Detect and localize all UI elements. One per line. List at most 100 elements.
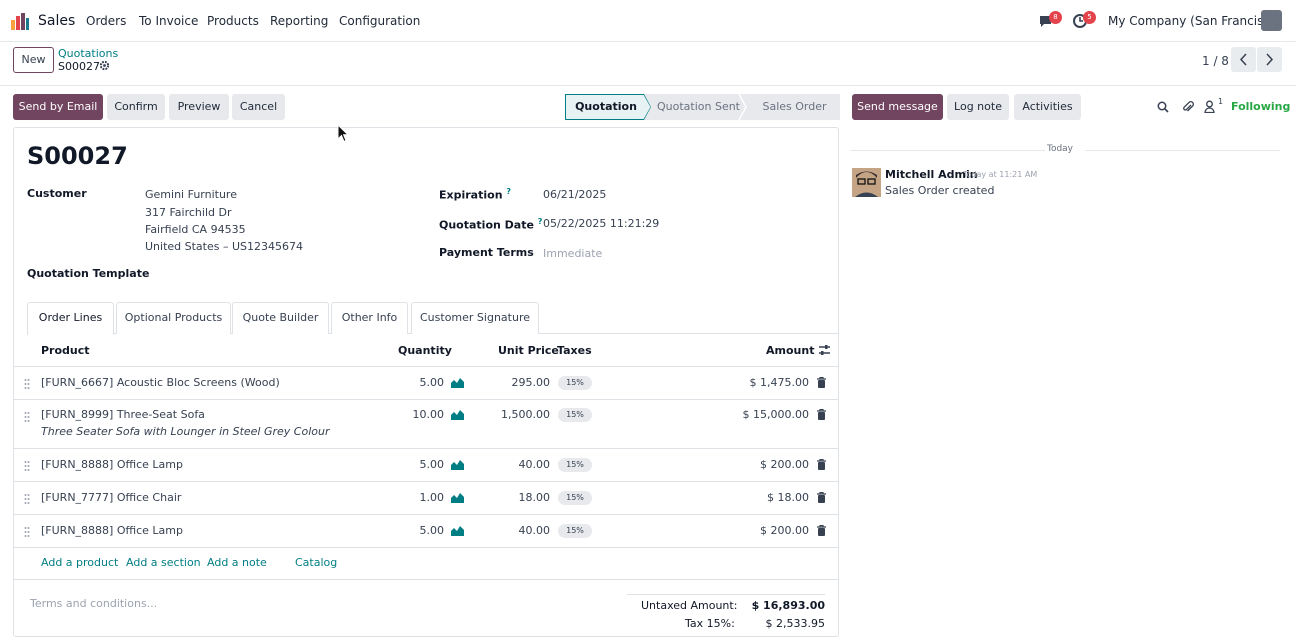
tab-other-info[interactable]: Other Info: [331, 302, 408, 334]
line-unit-price[interactable]: 18.00: [484, 491, 551, 504]
tab-customer-signature[interactable]: Customer Signature: [411, 302, 539, 334]
terms-conditions-field[interactable]: Terms and conditions...: [30, 597, 157, 610]
tax-badge[interactable]: 15%: [558, 408, 592, 422]
trash-icon[interactable]: [817, 409, 826, 420]
table-row[interactable]: [FURN_8888] Office Lamp 5.00 40.00 15% $…: [14, 515, 838, 548]
trash-icon[interactable]: [817, 492, 826, 503]
expiration-label: Expiration ?: [439, 187, 512, 202]
drag-handle-icon[interactable]: [24, 460, 30, 472]
drag-handle-icon[interactable]: [24, 411, 30, 423]
quotation-template-label: Quotation Template: [27, 267, 150, 280]
line-description[interactable]: Three Seater Sofa with Lounger in Steel …: [41, 425, 329, 438]
tax-badge[interactable]: 15%: [558, 376, 592, 390]
menu-configuration[interactable]: Configuration: [339, 14, 420, 28]
search-icon[interactable]: [1157, 101, 1169, 113]
line-product[interactable]: [FURN_6667] Acoustic Bloc Screens (Wood): [41, 376, 280, 389]
trash-icon[interactable]: [817, 377, 826, 388]
pager-previous-button[interactable]: [1231, 47, 1256, 72]
breadcrumb-quotations[interactable]: Quotations: [58, 47, 118, 60]
table-row[interactable]: [FURN_8999] Three-Seat Sofa Three Seater…: [14, 400, 838, 449]
order-lines-header: Product Quantity Unit Price Taxes Amount: [14, 334, 838, 367]
tax-badge[interactable]: 15%: [558, 491, 592, 505]
quotation-date-field[interactable]: 05/22/2025 11:21:29: [543, 217, 659, 230]
send-by-email-button[interactable]: Send by Email: [13, 94, 103, 120]
trash-icon[interactable]: [817, 459, 826, 470]
tab-optional-products[interactable]: Optional Products: [116, 302, 231, 334]
tax-value: $ 2,533.95: [765, 617, 825, 630]
add-note-link[interactable]: Add a note: [207, 556, 267, 569]
tab-quote-builder[interactable]: Quote Builder: [232, 302, 329, 334]
line-product[interactable]: [FURN_8888] Office Lamp: [41, 524, 183, 537]
column-product[interactable]: Product: [41, 344, 90, 357]
cancel-button[interactable]: Cancel: [232, 94, 285, 120]
customer-name[interactable]: Gemini Furniture: [145, 188, 237, 201]
forecast-chart-icon[interactable]: [451, 492, 464, 503]
preview-button[interactable]: Preview: [169, 94, 229, 120]
menu-products[interactable]: Products: [207, 14, 259, 28]
pager-value[interactable]: 1 / 8: [1202, 54, 1229, 68]
avatar[interactable]: [852, 168, 881, 197]
record-name: S00027: [27, 142, 128, 170]
following-button[interactable]: Following: [1231, 100, 1290, 113]
activities-button[interactable]: Activities: [1014, 94, 1081, 120]
forecast-chart-icon[interactable]: [451, 525, 464, 536]
menu-reporting[interactable]: Reporting: [270, 14, 328, 28]
column-unit-price[interactable]: Unit Price: [498, 344, 559, 357]
forecast-chart-icon[interactable]: [451, 459, 464, 470]
drag-handle-icon[interactable]: [24, 526, 30, 538]
company-switcher[interactable]: My Company (San Francisco): [1108, 14, 1282, 28]
optional-columns-icon[interactable]: [818, 344, 831, 356]
line-unit-price[interactable]: 40.00: [484, 524, 551, 537]
confirm-button[interactable]: Confirm: [107, 94, 165, 120]
paperclip-icon[interactable]: [1182, 100, 1194, 113]
line-quantity[interactable]: 5.00: [394, 376, 445, 389]
gear-icon[interactable]: [99, 60, 110, 71]
column-taxes[interactable]: Taxes: [557, 344, 592, 357]
log-note-button[interactable]: Log note: [947, 94, 1009, 120]
menu-orders[interactable]: Orders: [86, 14, 126, 28]
line-unit-price[interactable]: 1,500.00: [484, 408, 550, 421]
new-button[interactable]: New: [13, 47, 54, 73]
forecast-chart-icon[interactable]: [451, 409, 464, 420]
line-unit-price[interactable]: 295.00: [484, 376, 551, 389]
line-unit-price[interactable]: 40.00: [484, 458, 551, 471]
line-quantity[interactable]: 1.00: [394, 491, 445, 504]
add-section-link[interactable]: Add a section: [126, 556, 201, 569]
catalog-link[interactable]: Catalog: [295, 556, 337, 569]
drag-handle-icon[interactable]: [24, 378, 30, 390]
pager-next-button[interactable]: [1257, 47, 1282, 72]
line-product[interactable]: [FURN_8888] Office Lamp: [41, 458, 183, 471]
sales-app-icon[interactable]: [10, 12, 30, 30]
stage-quotation[interactable]: Quotation: [565, 94, 647, 120]
date-separator: Today: [1046, 144, 1074, 154]
send-message-button[interactable]: Send message: [852, 94, 943, 120]
line-amount: $ 18.00: [767, 491, 809, 504]
forecast-chart-icon[interactable]: [451, 377, 464, 388]
line-product[interactable]: [FURN_8999] Three-Seat Sofa: [41, 408, 205, 421]
drag-handle-icon[interactable]: [24, 493, 30, 505]
stage-quotation-sent[interactable]: Quotation Sent: [651, 94, 746, 120]
table-row[interactable]: [FURN_6667] Acoustic Bloc Screens (Wood)…: [14, 367, 838, 400]
line-quantity[interactable]: 10.00: [394, 408, 445, 421]
quotation-date-help-icon[interactable]: ?: [538, 217, 543, 226]
tax-badge[interactable]: 15%: [558, 458, 592, 472]
payment-terms-field[interactable]: Immediate: [543, 247, 602, 260]
line-quantity[interactable]: 5.00: [394, 524, 445, 537]
expiration-field[interactable]: 06/21/2025: [543, 188, 606, 201]
line-quantity[interactable]: 5.00: [394, 458, 445, 471]
table-row[interactable]: [FURN_7777] Office Chair 1.00 18.00 15% …: [14, 482, 838, 515]
table-row[interactable]: [FURN_8888] Office Lamp 5.00 40.00 15% $…: [14, 449, 838, 482]
line-product[interactable]: [FURN_7777] Office Chair: [41, 491, 181, 504]
add-product-link[interactable]: Add a product: [41, 556, 118, 569]
menu-to-invoice[interactable]: To Invoice: [139, 14, 198, 28]
followers-icon[interactable]: [1204, 100, 1215, 113]
column-amount[interactable]: Amount: [766, 344, 814, 357]
stage-sales-order[interactable]: Sales Order: [749, 94, 840, 120]
column-quantity[interactable]: Quantity: [398, 344, 452, 357]
tax-badge[interactable]: 15%: [558, 524, 592, 538]
user-avatar[interactable]: [1261, 10, 1282, 31]
trash-icon[interactable]: [817, 525, 826, 536]
app-name[interactable]: Sales: [38, 13, 75, 29]
tab-order-lines[interactable]: Order Lines: [27, 302, 114, 335]
expiration-help-icon[interactable]: ?: [506, 187, 511, 196]
